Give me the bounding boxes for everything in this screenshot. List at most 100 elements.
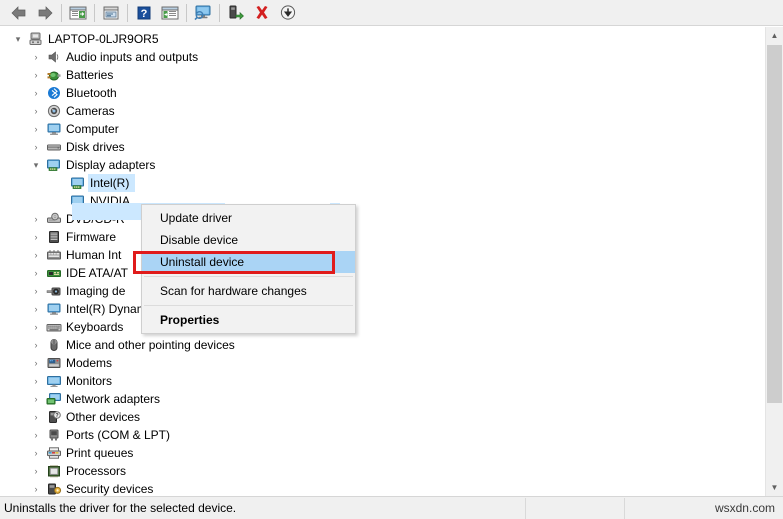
context-menu-item-disable-device[interactable]: Disable device — [142, 229, 355, 251]
tree-row-intel-r-dynamic-platform-and-thermal-framework[interactable]: ›Intel(R) Dynamic Platform and Thermal F… — [0, 300, 765, 318]
show-action-pane-button[interactable] — [157, 1, 183, 25]
chevron-right-icon[interactable]: › — [28, 336, 44, 354]
tree-row-keyboards[interactable]: › Keyboards — [0, 318, 765, 336]
chevron-right-icon[interactable]: › — [28, 408, 44, 426]
chevron-right-icon[interactable]: › — [28, 246, 44, 264]
tree-row-label: Modems — [66, 356, 113, 370]
other-device-icon: ? — [44, 408, 64, 426]
show-hide-console-tree-button[interactable] — [65, 1, 91, 25]
chevron-down-icon[interactable]: ▾ — [10, 30, 26, 48]
back-button[interactable] — [6, 1, 32, 25]
chevron-right-icon[interactable]: › — [28, 354, 44, 372]
chevron-right-icon[interactable]: › — [28, 462, 44, 480]
tree-row-label: Human Int — [66, 248, 122, 262]
tree-row-root[interactable]: ▾ LAPTOP-0LJR9OR5 — [0, 30, 765, 48]
chevron-right-icon[interactable]: › — [28, 318, 44, 336]
tree-row-print-queues[interactable]: › Print queues — [0, 444, 765, 462]
monitor-scan-icon — [194, 5, 211, 21]
chevron-right-icon[interactable]: › — [28, 48, 44, 66]
left-arrow-icon — [11, 5, 26, 20]
tree-rows-container: › Audio inputs and outputs › Batteries › Blue… — [0, 48, 765, 496]
display-adapter-icon — [44, 156, 64, 174]
network-adapter-icon — [44, 390, 64, 408]
hid-icon — [44, 246, 64, 264]
svg-text:?: ? — [55, 413, 58, 419]
tree-row-imaging-de[interactable]: › Imaging de — [0, 282, 765, 300]
tree-row-intel-r[interactable]: Intel(R) — [0, 174, 765, 192]
monitor-icon — [44, 372, 64, 390]
chevron-right-icon[interactable]: › — [28, 390, 44, 408]
bluetooth-icon — [44, 84, 64, 102]
chevron-right-icon[interactable]: › — [28, 228, 44, 246]
tree-row-disk-drives[interactable]: › Disk drives — [0, 138, 765, 156]
scan-hardware-changes-button[interactable] — [190, 1, 216, 25]
printer-icon — [44, 444, 64, 462]
device-tree[interactable]: ▾ LAPTOP-0LJR9OR5 › Audio inputs and outp… — [0, 27, 765, 496]
chevron-right-icon[interactable]: › — [28, 264, 44, 282]
chevron-down-icon[interactable]: ▾ — [28, 156, 44, 174]
chevron-right-icon[interactable]: › — [28, 426, 44, 444]
context-menu-item-properties[interactable]: Properties — [142, 309, 355, 331]
disk-drive-icon — [44, 138, 64, 156]
chevron-right-icon[interactable]: › — [28, 138, 44, 156]
tree-row-display-adapters[interactable]: ▾ Display adapters — [0, 156, 765, 174]
chevron-right-icon[interactable]: › — [28, 300, 44, 318]
context-menu-item-scan-for-hardware-changes[interactable]: Scan for hardware changes — [142, 280, 355, 302]
scroll-down-arrow-icon[interactable]: ▼ — [766, 479, 783, 496]
chevron-right-icon[interactable]: › — [28, 444, 44, 462]
display-adapter-icon — [68, 174, 88, 192]
tree-row-label: LAPTOP-0LJR9OR5 — [48, 32, 159, 46]
chevron-right-icon[interactable]: › — [28, 372, 44, 390]
context-menu[interactable]: Update driver Disable device Uninstall d… — [141, 204, 356, 334]
tree-row-security-devices[interactable]: › Security devices — [0, 480, 765, 496]
chevron-right-icon[interactable]: › — [28, 282, 44, 300]
computer-icon — [44, 120, 64, 138]
tree-row-label: Cameras — [66, 104, 115, 118]
tree-row-mice-and-other-pointing-devices[interactable]: › Mice and other pointing devices — [0, 336, 765, 354]
tree-row-label: Keyboards — [66, 320, 124, 334]
chevron-right-icon[interactable]: › — [28, 210, 44, 228]
scrollbar-thumb[interactable] — [767, 45, 782, 403]
toolbar-separator-1 — [61, 3, 62, 22]
disable-device-button[interactable] — [275, 1, 301, 25]
tree-row-batteries[interactable]: › Batteries — [0, 66, 765, 84]
tree-row-audio-inputs-and-outputs[interactable]: › Audio inputs and outputs — [0, 48, 765, 66]
tree-row-processors[interactable]: › Processors — [0, 462, 765, 480]
device-manager-window: ? ▾ LAPTOP-0LJR9OR5 › Audio inputs and o… — [0, 0, 783, 519]
tree-row-modems[interactable]: › Modems — [0, 354, 765, 372]
tree-row-cameras[interactable]: › Cameras — [0, 102, 765, 120]
chevron-right-icon[interactable]: › — [28, 66, 44, 84]
tree-row-bluetooth[interactable]: › Bluetooth — [0, 84, 765, 102]
scroll-up-arrow-icon[interactable]: ▲ — [766, 27, 783, 44]
chevron-right-icon[interactable]: › — [28, 102, 44, 120]
tree-row-ports-com-lpt[interactable]: › Ports (COM & LPT) — [0, 426, 765, 444]
content-area: ▾ LAPTOP-0LJR9OR5 › Audio inputs and outp… — [0, 26, 783, 496]
properties-button[interactable] — [98, 1, 124, 25]
red-x-icon — [256, 6, 268, 19]
context-menu-item-uninstall-device[interactable]: Uninstall device — [142, 251, 355, 273]
toolbar-separator-4 — [186, 3, 187, 22]
firmware-icon — [44, 228, 64, 246]
vertical-scrollbar[interactable]: ▲ ▼ — [765, 27, 783, 496]
tree-row-firmware[interactable]: › Firmware — [0, 228, 765, 246]
chevron-right-icon[interactable]: › — [28, 480, 44, 496]
tree-row-monitors[interactable]: › Monitors — [0, 372, 765, 390]
tree-row-computer[interactable]: › Computer — [0, 120, 765, 138]
chevron-right-icon[interactable]: › — [28, 120, 44, 138]
status-bar-pane — [526, 497, 625, 519]
tree-row-network-adapters[interactable]: › Network adapters — [0, 390, 765, 408]
forward-button[interactable] — [32, 1, 58, 25]
modem-icon — [44, 354, 64, 372]
tree-row-ide-ata-at[interactable]: › IDE ATA/AT — [0, 264, 765, 282]
update-driver-button[interactable] — [223, 1, 249, 25]
toolbar-separator-2 — [94, 3, 95, 22]
context-menu-item-update-driver[interactable]: Update driver — [142, 207, 355, 229]
tree-row-label: IDE ATA/AT — [66, 266, 129, 280]
tree-row-human-int[interactable]: › Human Int — [0, 246, 765, 264]
tree-row-other-devices[interactable]: ›? Other devices — [0, 408, 765, 426]
tree-row-label: Mice and other pointing devices — [66, 338, 235, 352]
help-button[interactable]: ? — [131, 1, 157, 25]
uninstall-device-button[interactable] — [249, 1, 275, 25]
chevron-right-icon[interactable]: › — [28, 84, 44, 102]
tree-row-label: Firmware — [66, 230, 116, 244]
